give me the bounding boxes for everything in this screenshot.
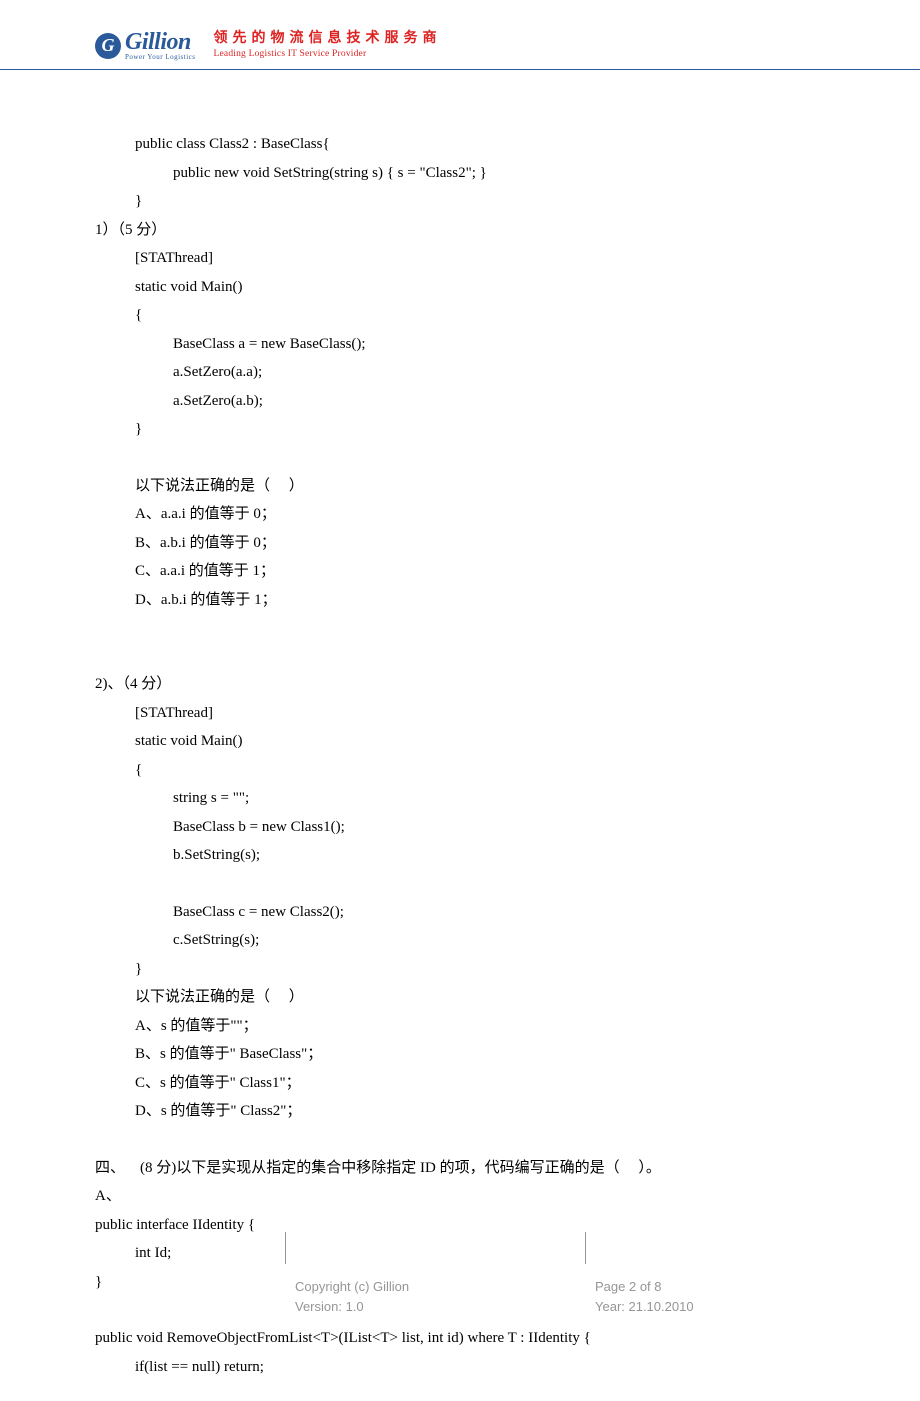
code-line: [STAThread]	[95, 244, 825, 273]
logo: G Gillion Power Your Logistics	[95, 30, 195, 61]
code-line: static void Main()	[95, 273, 825, 302]
code-line: BaseClass c = new Class2();	[95, 898, 825, 927]
footer-divider	[285, 1232, 286, 1264]
code-line: }	[95, 1268, 825, 1297]
footer-divider	[585, 1232, 586, 1264]
question-1-header: 1）（5 分）	[95, 216, 825, 245]
code-line: public void RemoveObjectFromList<T>(ILis…	[95, 1324, 825, 1353]
code-line: a.SetZero(a.b);	[95, 387, 825, 416]
code-line: static void Main()	[95, 727, 825, 756]
logo-subtitle: Power Your Logistics	[125, 54, 195, 61]
code-line: public class Class2 : BaseClass{	[95, 130, 825, 159]
code-line: {	[95, 756, 825, 785]
footer-page: Page 2 of 8	[595, 1277, 694, 1297]
option-d: D、a.b.i 的值等于 1；	[95, 586, 825, 615]
question-2-header: 2)、（4 分）	[95, 670, 825, 699]
code-line: if(list == null) return;	[95, 1353, 825, 1382]
code-line: a.SetZero(a.a);	[95, 358, 825, 387]
code-line: string s = "";	[95, 784, 825, 813]
option-a: A、s 的值等于""；	[95, 1012, 825, 1041]
option-b: B、a.b.i 的值等于 0；	[95, 529, 825, 558]
option-a: A、a.a.i 的值等于 0；	[95, 500, 825, 529]
code-line: }	[95, 955, 825, 984]
option-b: B、s 的值等于" BaseClass"；	[95, 1040, 825, 1069]
tagline: 领先的物流信息技术服务商 Leading Logistics IT Servic…	[213, 30, 441, 61]
option-a-label: A、	[95, 1182, 825, 1211]
option-c: C、s 的值等于" Class1"；	[95, 1069, 825, 1098]
option-d: D、s 的值等于" Class2"；	[95, 1097, 825, 1126]
tagline-chinese: 领先的物流信息技术服务商	[213, 30, 441, 48]
code-line: b.SetString(s);	[95, 841, 825, 870]
footer-year: Year: 21.10.2010	[595, 1297, 694, 1317]
tagline-english: Leading Logistics IT Service Provider	[213, 48, 441, 60]
footer-copyright: Copyright (c) Gillion	[295, 1277, 409, 1297]
footer-version: Version: 1.0	[295, 1297, 409, 1317]
code-line: BaseClass b = new Class1();	[95, 813, 825, 842]
code-line: [STAThread]	[95, 699, 825, 728]
logo-icon: G	[95, 33, 121, 59]
question-4-header: 四、 (8 分)以下是实现从指定的集合中移除指定 ID 的项，代码编写正确的是（…	[95, 1154, 825, 1183]
code-line: int Id;	[95, 1239, 825, 1268]
document-content: public class Class2 : BaseClass{ public …	[0, 70, 920, 1401]
option-c: C、a.a.i 的值等于 1；	[95, 557, 825, 586]
code-line: BaseClass a = new BaseClass();	[95, 330, 825, 359]
question-2-prompt: 以下说法正确的是（ ）	[95, 983, 825, 1012]
document-header: G Gillion Power Your Logistics 领先的物流信息技术…	[0, 0, 920, 70]
code-line: public new void SetString(string s) { s …	[95, 159, 825, 188]
code-line: }	[95, 415, 825, 444]
code-line: }	[95, 187, 825, 216]
code-line: {	[95, 301, 825, 330]
question-1-prompt: 以下说法正确的是（ ）	[95, 472, 825, 501]
logo-text: Gillion	[125, 30, 195, 54]
code-line: public interface IIdentity {	[95, 1211, 825, 1240]
code-line: c.SetString(s);	[95, 926, 825, 955]
